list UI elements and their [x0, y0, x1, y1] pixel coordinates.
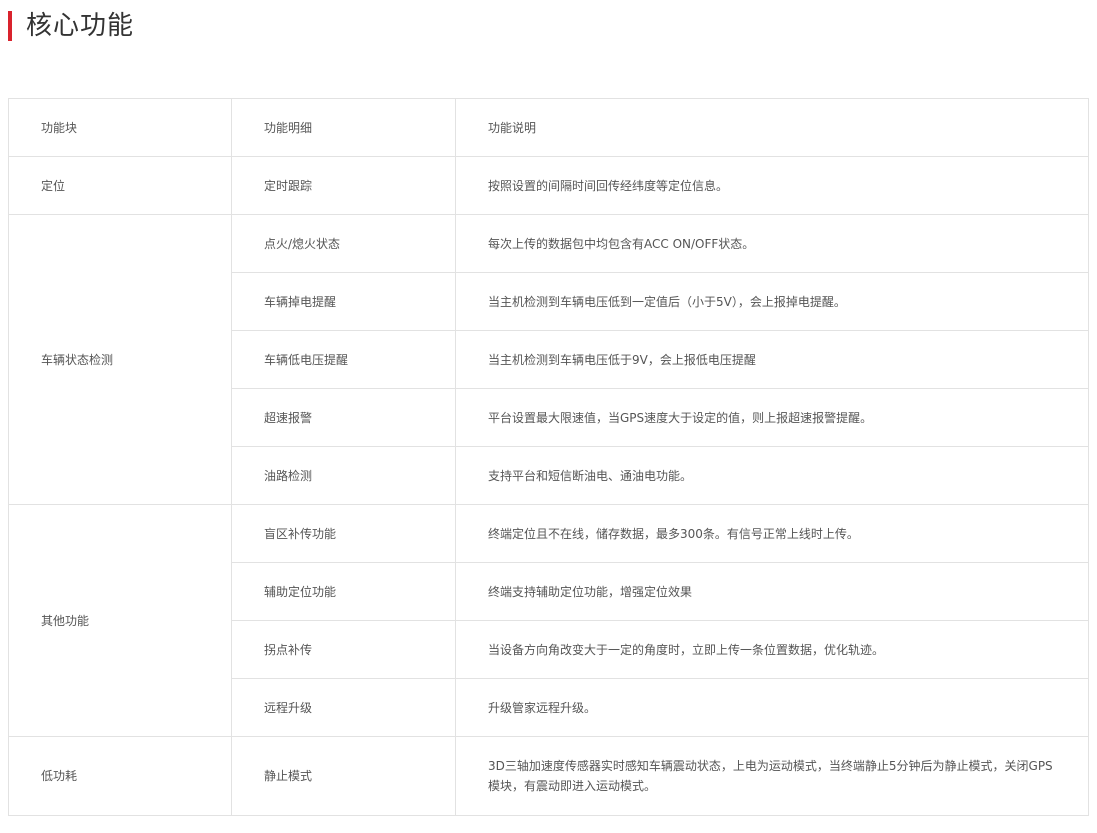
desc-cell: 平台设置最大限速值，当GPS速度大于设定的值，则上报超速报警提醒。 — [455, 388, 1089, 447]
desc-cell: 终端定位且不在线，储存数据，最多300条。有信号正常上线时上传。 — [455, 504, 1089, 563]
detail-cell: 远程升级 — [231, 678, 456, 737]
feature-table: 功能块 功能明细 功能说明 定位 定时跟踪 按照设置的间隔时间回传经纬度等定位信… — [8, 98, 1089, 816]
table-row: 定位 定时跟踪 按照设置的间隔时间回传经纬度等定位信息。 — [8, 156, 1089, 215]
desc-cell: 当主机检测到车辆电压低于9V，会上报低电压提醒 — [455, 330, 1089, 389]
header-detail: 功能明细 — [231, 98, 456, 157]
table-header-row: 功能块 功能明细 功能说明 — [8, 98, 1089, 157]
detail-cell: 定时跟踪 — [231, 156, 456, 215]
detail-cell: 油路检测 — [231, 446, 456, 505]
section-header: 核心功能 — [8, 10, 134, 42]
desc-cell: 按照设置的间隔时间回传经纬度等定位信息。 — [455, 156, 1089, 215]
block-cell: 车辆状态检测 — [8, 214, 232, 505]
detail-cell: 超速报警 — [231, 388, 456, 447]
detail-cell: 点火/熄火状态 — [231, 214, 456, 273]
desc-cell: 每次上传的数据包中均包含有ACC ON/OFF状态。 — [455, 214, 1089, 273]
detail-cell: 静止模式 — [231, 736, 456, 816]
detail-cell: 拐点补传 — [231, 620, 456, 679]
detail-cell: 车辆掉电提醒 — [231, 272, 456, 331]
detail-cell: 辅助定位功能 — [231, 562, 456, 621]
desc-cell: 当设备方向角改变大于一定的角度时，立即上传一条位置数据，优化轨迹。 — [455, 620, 1089, 679]
detail-cell: 车辆低电压提醒 — [231, 330, 456, 389]
detail-cell: 盲区补传功能 — [231, 504, 456, 563]
desc-cell: 支持平台和短信断油电、通油电功能。 — [455, 446, 1089, 505]
table-row: 其他功能 盲区补传功能 终端定位且不在线，储存数据，最多300条。有信号正常上线… — [8, 504, 1089, 737]
block-cell: 低功耗 — [8, 736, 232, 816]
header-desc: 功能说明 — [455, 98, 1089, 157]
page-title: 核心功能 — [26, 11, 135, 41]
block-cell: 其他功能 — [8, 504, 232, 737]
table-row: 车辆状态检测 点火/熄火状态 每次上传的数据包中均包含有ACC ON/OFF状态… — [8, 214, 1089, 505]
block-cell: 定位 — [8, 156, 232, 215]
table-row: 低功耗 静止模式 3D三轴加速度传感器实时感知车辆震动状态，上电为运动模式，当终… — [8, 736, 1089, 816]
title-accent-bar — [8, 11, 12, 41]
desc-cell: 升级管家远程升级。 — [455, 678, 1089, 737]
header-block: 功能块 — [8, 98, 232, 157]
desc-cell: 终端支持辅助定位功能，增强定位效果 — [455, 562, 1089, 621]
desc-cell: 当主机检测到车辆电压低到一定值后（小于5V），会上报掉电提醒。 — [455, 272, 1089, 331]
desc-cell: 3D三轴加速度传感器实时感知车辆震动状态，上电为运动模式，当终端静止5分钟后为静… — [455, 736, 1089, 816]
